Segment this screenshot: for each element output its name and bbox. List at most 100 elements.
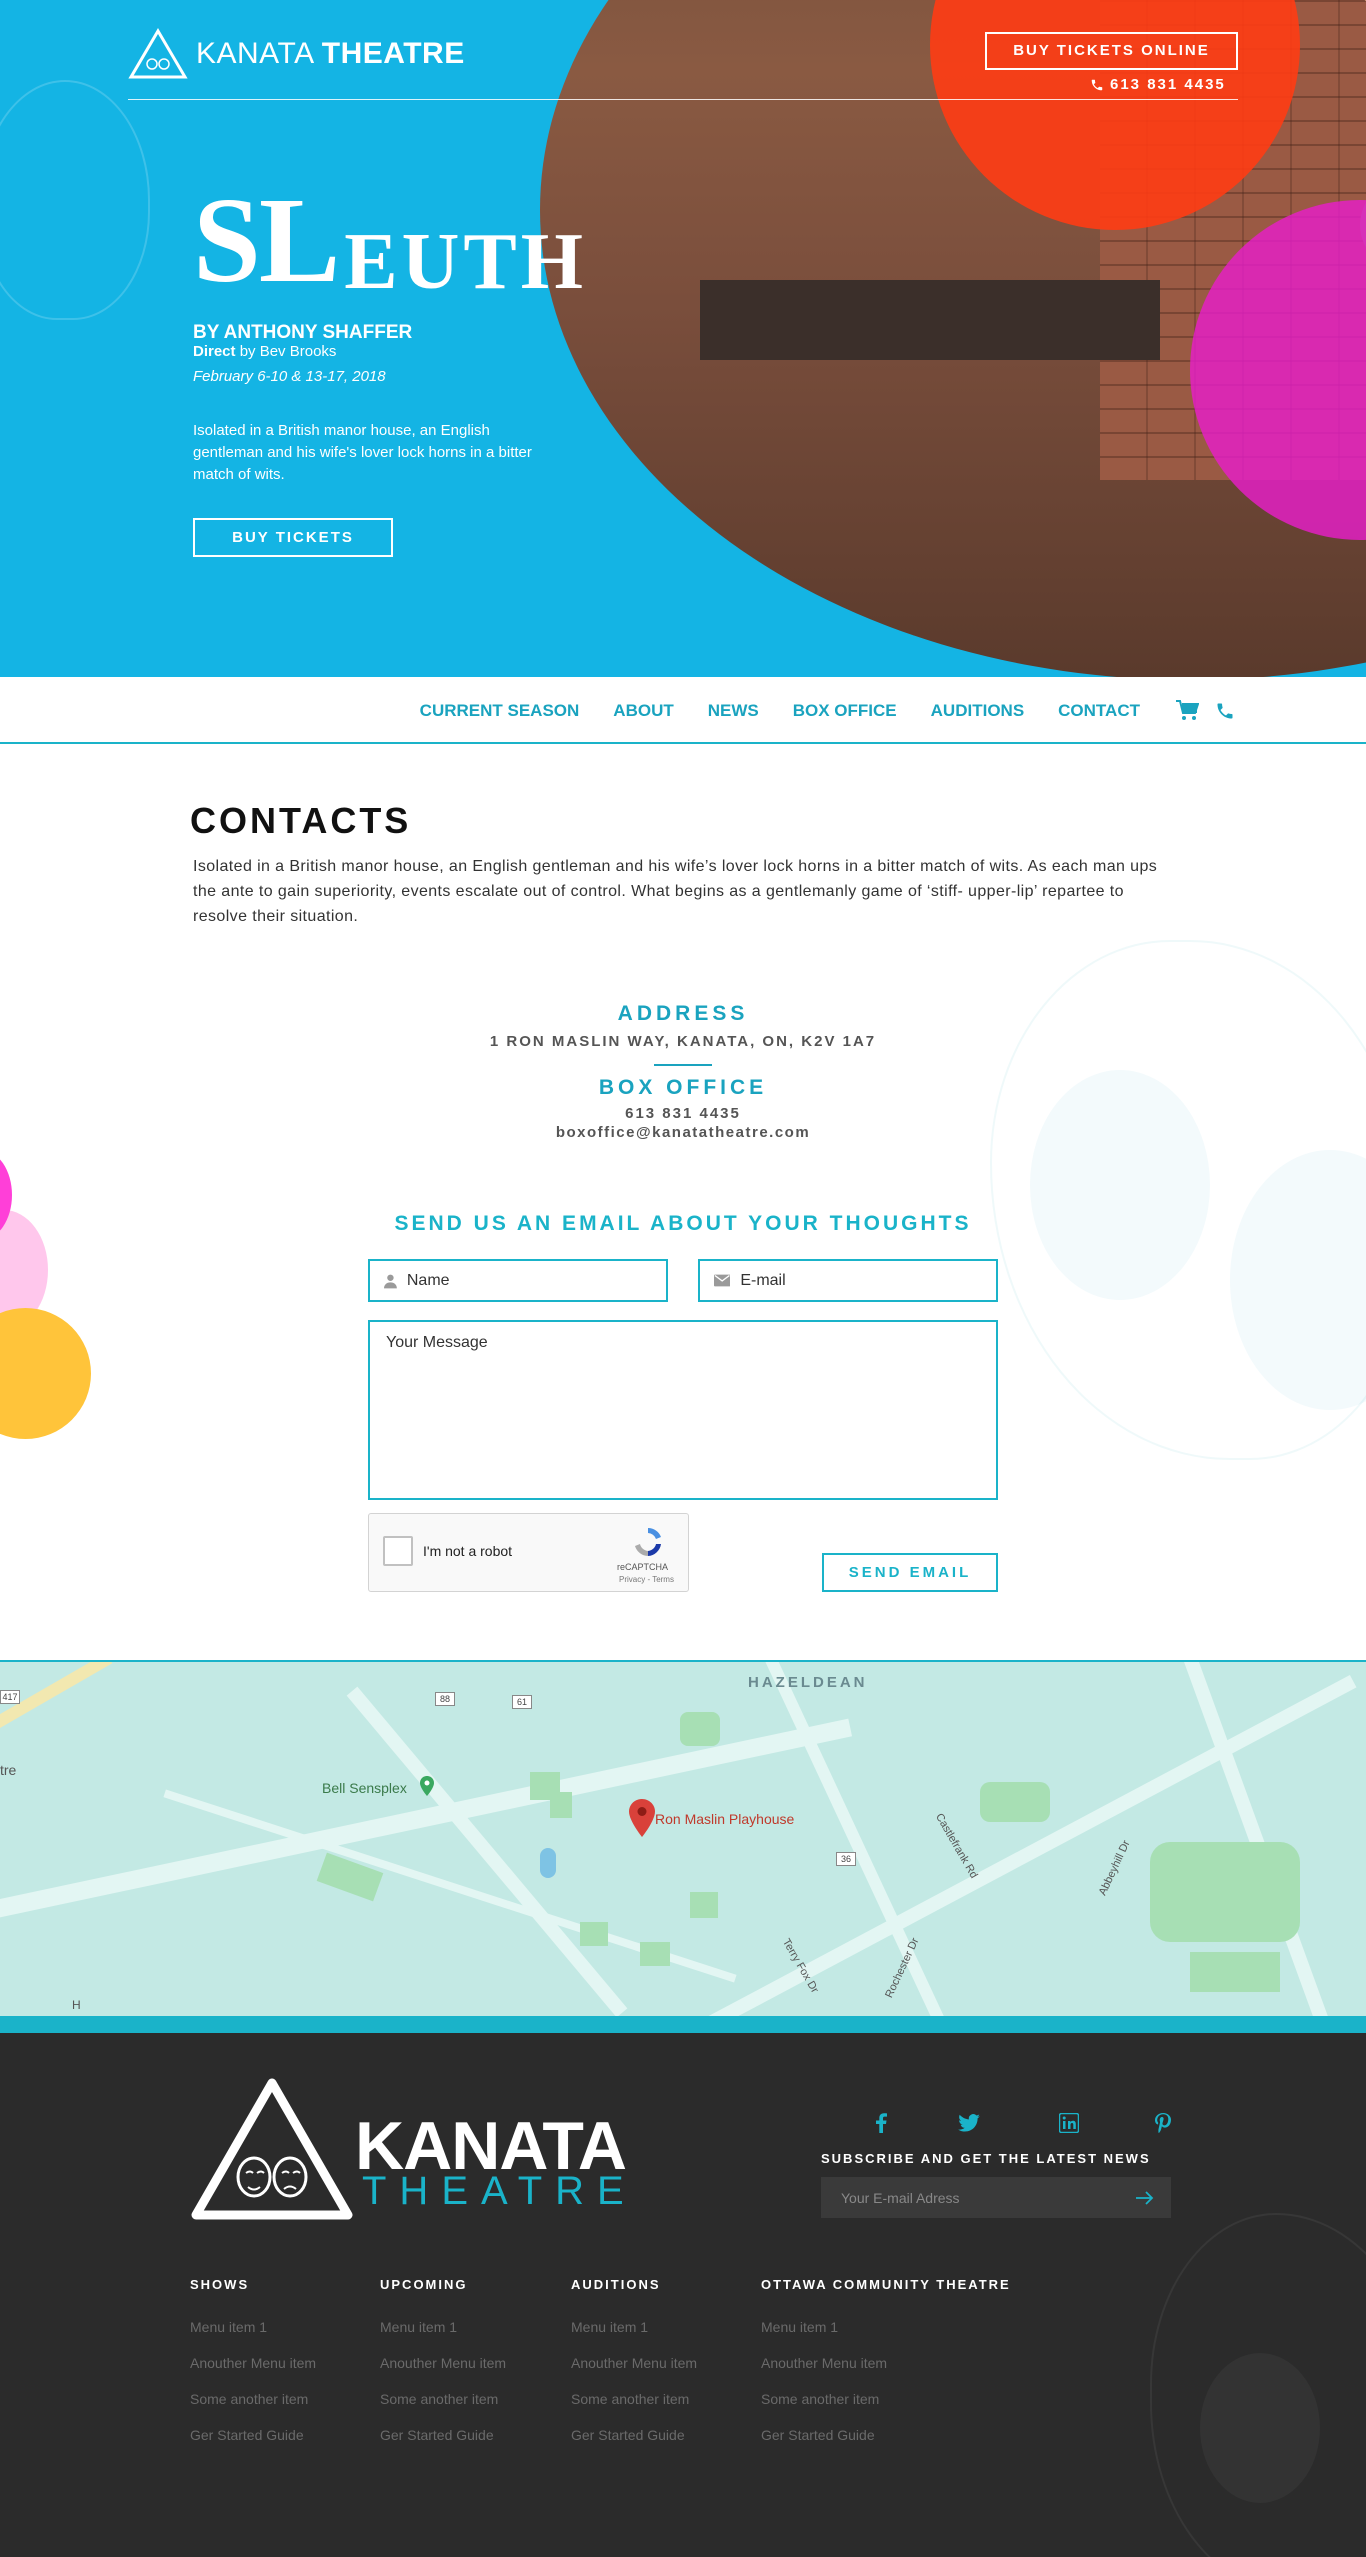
arrow-right-icon[interactable] bbox=[1133, 2186, 1157, 2210]
twitter-icon[interactable] bbox=[957, 2111, 981, 2135]
send-email-button[interactable]: SEND EMAIL bbox=[822, 1553, 998, 1592]
footer-link[interactable]: Anouther Menu item bbox=[571, 2355, 697, 2371]
recaptcha-brand: reCAPTCHA bbox=[617, 1562, 669, 1572]
box-office-email[interactable]: boxoffice@kanatatheatre.com bbox=[0, 1124, 1366, 1141]
contact-divider bbox=[654, 1064, 712, 1066]
email-input[interactable] bbox=[740, 1271, 996, 1290]
footer-column-title: UPCOMING bbox=[380, 2277, 468, 2292]
site-logo[interactable]: KANATA THEATRE bbox=[128, 28, 465, 80]
linkedin-icon[interactable] bbox=[1057, 2111, 1081, 2135]
email-field[interactable] bbox=[698, 1259, 998, 1302]
map-road bbox=[757, 1662, 955, 2016]
subscribe-field[interactable] bbox=[821, 2177, 1171, 2218]
recaptcha-widget: I'm not a robot reCAPTCHA Privacy - Term… bbox=[368, 1513, 689, 1592]
green-area bbox=[550, 1792, 572, 1818]
author-line: BY ANTHONY SHAFFER bbox=[193, 322, 413, 343]
message-textarea[interactable] bbox=[368, 1320, 998, 1500]
recaptcha-logo-icon bbox=[635, 1528, 661, 1556]
route-shield: 88 bbox=[435, 1692, 455, 1706]
footer-link[interactable]: Menu item 1 bbox=[761, 2319, 838, 2335]
phone-icon bbox=[1091, 79, 1103, 90]
footer-column-title: AUDITIONS bbox=[571, 2277, 661, 2292]
theatre-triangle-icon bbox=[128, 28, 188, 79]
green-area bbox=[690, 1892, 718, 1918]
green-area bbox=[640, 1942, 670, 1966]
green-area bbox=[680, 1712, 720, 1746]
map-pin-icon[interactable] bbox=[629, 1799, 655, 1837]
location-map[interactable]: HAZELDEAN Bell Sensplex tre Ron Maslin P… bbox=[0, 1660, 1366, 2016]
facebook-icon[interactable] bbox=[869, 2111, 893, 2135]
nav-about[interactable]: ABOUT bbox=[613, 701, 673, 721]
yellow-circle-decoration bbox=[0, 1308, 91, 1439]
map-edge-label: tre bbox=[0, 1762, 17, 1778]
nav-current-season[interactable]: CURRENT SEASON bbox=[420, 701, 580, 721]
green-area bbox=[1190, 1952, 1280, 1992]
theatre-triangle-icon bbox=[191, 2078, 353, 2220]
footer-link[interactable]: Some another item bbox=[190, 2391, 308, 2407]
map-edge-letter: H bbox=[72, 1998, 81, 2012]
director-line: Direct by Bev Brooks bbox=[193, 343, 337, 360]
email-form-title: SEND US AN EMAIL ABOUT YOUR THOUGHTS bbox=[394, 1212, 972, 1235]
fireplace-mantel bbox=[700, 280, 1160, 360]
footer-link[interactable]: Ger Started Guide bbox=[380, 2427, 494, 2443]
recaptcha-terms-link[interactable]: Privacy - Terms bbox=[619, 1575, 674, 1584]
phone-icon[interactable] bbox=[1212, 698, 1238, 724]
green-area bbox=[1150, 1842, 1300, 1942]
footer-link[interactable]: Anouther Menu item bbox=[761, 2355, 887, 2371]
footer-logo[interactable]: KANATA THEATRE bbox=[190, 2077, 627, 2222]
map-poi-label[interactable]: Bell Sensplex bbox=[322, 1780, 407, 1796]
subscribe-email-input[interactable] bbox=[841, 2189, 1133, 2206]
map-place-label[interactable]: Ron Maslin Playhouse bbox=[655, 1811, 794, 1827]
green-area bbox=[580, 1922, 608, 1946]
main-nav: CURRENT SEASON ABOUT NEWS BOX OFFICE AUD… bbox=[0, 677, 1366, 744]
pinterest-icon[interactable] bbox=[1151, 2111, 1175, 2135]
recaptcha-label: I'm not a robot bbox=[423, 1543, 513, 1559]
green-area bbox=[980, 1782, 1050, 1822]
box-office-phone[interactable]: 613 831 4435 bbox=[0, 1105, 1366, 1122]
show-blurb: Isolated in a British manor house, an En… bbox=[193, 422, 532, 483]
footer-link[interactable]: Menu item 1 bbox=[380, 2319, 457, 2335]
name-field[interactable] bbox=[368, 1259, 668, 1302]
route-shield: 61 bbox=[512, 1695, 532, 1709]
nav-contact[interactable]: CONTACT bbox=[1058, 701, 1140, 721]
header-phone[interactable]: 613 831 4435 bbox=[1090, 76, 1226, 93]
name-input[interactable] bbox=[406, 1271, 666, 1290]
footer-link[interactable]: Menu item 1 bbox=[190, 2319, 267, 2335]
buy-tickets-online-button[interactable]: BUY TICKETS ONLINE bbox=[985, 32, 1238, 70]
footer-link[interactable]: Some another item bbox=[571, 2391, 689, 2407]
footer-link[interactable]: Anouther Menu item bbox=[190, 2355, 316, 2371]
footer-link[interactable]: Ger Started Guide bbox=[190, 2427, 304, 2443]
route-shield: 36 bbox=[836, 1852, 856, 1866]
footer-column-title: SHOWS bbox=[190, 2277, 250, 2292]
box-office-label: BOX OFFICE bbox=[598, 1076, 768, 1099]
recaptcha-checkbox[interactable] bbox=[383, 1536, 413, 1566]
subscribe-title: SUBSCRIBE AND GET THE LATEST NEWS bbox=[821, 2151, 1151, 2166]
poi-pin-icon[interactable] bbox=[420, 1776, 434, 1796]
nav-auditions[interactable]: AUDITIONS bbox=[931, 701, 1025, 721]
nav-news[interactable]: NEWS bbox=[708, 701, 759, 721]
buy-tickets-button[interactable]: BUY TICKETS bbox=[193, 518, 393, 557]
theatre-mask-decoration bbox=[0, 80, 150, 320]
footer-link[interactable]: Some another item bbox=[761, 2391, 879, 2407]
nav-box-office[interactable]: BOX OFFICE bbox=[793, 701, 897, 721]
footer-link[interactable]: Ger Started Guide bbox=[761, 2427, 875, 2443]
map-area-label: HAZELDEAN bbox=[748, 1674, 868, 1691]
brand-name: KANATA THEATRE bbox=[196, 37, 465, 70]
accent-bar bbox=[0, 2016, 1366, 2033]
user-icon bbox=[384, 1274, 397, 1288]
route-shield: 417 bbox=[0, 1690, 20, 1704]
mask-eye-decoration bbox=[1200, 2353, 1320, 2503]
map-street-label: Abbeyhill Dr bbox=[1096, 1838, 1133, 1898]
map-street-label: Castlefrank Rd bbox=[932, 1811, 980, 1881]
title-gun-letter: L bbox=[258, 173, 340, 308]
header-divider bbox=[128, 99, 1238, 100]
footer-link[interactable]: Some another item bbox=[380, 2391, 498, 2407]
site-footer: KANATA THEATRE SUBSCRIBE AND GET THE LAT… bbox=[0, 2033, 1366, 2557]
cart-icon[interactable] bbox=[1174, 698, 1200, 724]
show-dates: February 6-10 & 13-17, 2018 bbox=[193, 368, 386, 385]
footer-link[interactable]: Menu item 1 bbox=[571, 2319, 648, 2335]
footer-link[interactable]: Anouther Menu item bbox=[380, 2355, 506, 2371]
footer-link[interactable]: Ger Started Guide bbox=[571, 2427, 685, 2443]
contacts-description: Isolated in a British manor house, an En… bbox=[193, 858, 1158, 925]
envelope-icon bbox=[714, 1274, 731, 1287]
